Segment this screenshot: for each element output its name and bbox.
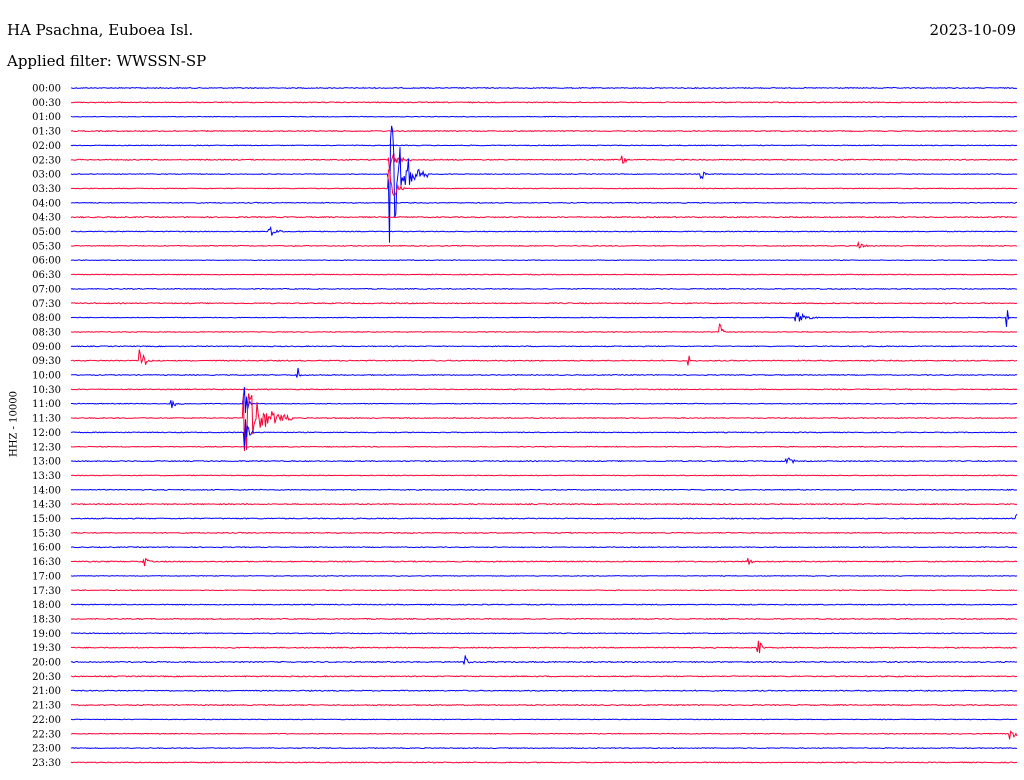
trace-line: [70, 86, 1017, 90]
row-time-label: 21:00: [32, 686, 61, 697]
row-time-label: 01:30: [32, 127, 61, 138]
trace-line: [70, 323, 1018, 333]
trace-line: [71, 557, 1018, 567]
row-time-label: 12:00: [32, 428, 61, 439]
row-time-label: 02:30: [32, 155, 61, 166]
trace-line: [70, 259, 1018, 262]
trace-line: [70, 240, 1018, 249]
row-time-label: 13:00: [32, 457, 61, 468]
row-time-label: 18:00: [32, 600, 61, 611]
row-time-label: 08:00: [32, 313, 61, 324]
trace-line: [70, 201, 1018, 204]
row-time-label: 15:30: [32, 528, 61, 539]
row-time-label: 22:00: [32, 715, 61, 726]
row-time-label: 10:00: [32, 371, 61, 382]
row-time-label: 23:30: [32, 758, 61, 769]
trace-line: [70, 632, 1018, 635]
row-time-label: 15:00: [32, 514, 61, 525]
row-time-label: 03:00: [32, 170, 61, 181]
trace-line: [70, 445, 1018, 448]
row-time-label: 03:30: [32, 184, 61, 195]
row-time-label: 07:30: [32, 299, 61, 310]
trace-line: [70, 503, 1018, 506]
trace-line: [70, 367, 1018, 378]
trace-line: [70, 474, 1018, 477]
row-time-label: 06:00: [32, 256, 61, 267]
row-time-label: 14:00: [32, 485, 61, 496]
row-time-label: 22:30: [32, 729, 61, 740]
trace-line: [70, 388, 1018, 391]
row-time-label: 19:00: [32, 629, 61, 640]
trace-line: [70, 457, 1018, 465]
trace-line: [70, 640, 1018, 654]
trace-line: [70, 689, 1018, 692]
row-time-label: 23:00: [32, 744, 61, 755]
trace-line: [70, 215, 1018, 219]
helicorder-plot: 00:00 00:30 01:00 01:30 02:00 02:30 03:00 03:30…: [32, 84, 1018, 769]
trace-line: [70, 655, 1018, 665]
trace-line: [70, 488, 1018, 491]
row-time-label: 11:00: [32, 399, 61, 410]
trace-line: [70, 287, 1017, 290]
trace-line: [70, 115, 1018, 118]
trace-line: [70, 513, 1018, 520]
trace-line: [71, 225, 1018, 236]
row-time-label: 18:30: [32, 614, 61, 625]
trace-line: [70, 345, 1018, 348]
trace-line: [70, 393, 1018, 452]
row-time-label: 14:30: [32, 500, 61, 511]
row-time-label: 09:00: [32, 342, 61, 353]
trace-line: [70, 703, 1018, 707]
row-time-label: 09:30: [32, 356, 61, 367]
trace-line: [70, 129, 1018, 133]
row-time-label: 13:30: [32, 471, 61, 482]
row-time-label: 08:30: [32, 327, 61, 338]
row-time-label: 02:00: [32, 141, 61, 152]
row-time-label: 17:30: [32, 586, 61, 597]
trace-line: [70, 101, 1017, 104]
trace-line: [70, 144, 1018, 147]
row-time-label: 11:30: [32, 414, 61, 425]
trace-line: [70, 531, 1018, 534]
trace-line: [71, 546, 1017, 549]
trace-line: [71, 387, 1017, 414]
row-time-label: 17:00: [32, 571, 61, 582]
row-time-label: 21:30: [32, 701, 61, 712]
row-time-label: 19:30: [32, 643, 61, 654]
trace-line: [70, 302, 1018, 305]
trace-line: [70, 349, 1018, 366]
row-time-label: 10:30: [32, 385, 61, 396]
trace-line: [70, 603, 1018, 606]
trace-line: [70, 589, 1018, 592]
row-time-label: 04:30: [32, 213, 61, 224]
row-time-label: 05:30: [32, 241, 61, 252]
row-time-label: 01:00: [32, 112, 61, 123]
row-time-label: 04:00: [32, 198, 61, 209]
trace-line: [70, 167, 1018, 196]
trace-line: [70, 125, 1018, 243]
row-time-label: 20:00: [32, 658, 61, 669]
trace-line: [70, 273, 1018, 276]
trace-line: [70, 153, 1018, 171]
trace-line: [70, 675, 1018, 678]
row-time-label: 16:00: [32, 543, 61, 554]
row-time-label: 00:30: [32, 98, 61, 109]
row-time-label: 07:00: [32, 284, 61, 295]
trace-line: [70, 730, 1018, 740]
row-time-label: 05:00: [32, 227, 61, 238]
trace-line: [70, 310, 1017, 327]
trace-line: [70, 575, 1018, 577]
row-time-label: 16:30: [32, 557, 61, 568]
trace-line: [70, 718, 1018, 721]
trace-line: [70, 747, 1018, 750]
row-time-label: 00:00: [32, 84, 61, 95]
trace-line: [70, 761, 1018, 764]
trace-line: [70, 617, 1017, 621]
row-time-label: 06:30: [32, 270, 61, 281]
trace-line: [70, 419, 1018, 449]
row-time-label: 20:30: [32, 672, 61, 683]
row-time-label: 12:30: [32, 442, 61, 453]
